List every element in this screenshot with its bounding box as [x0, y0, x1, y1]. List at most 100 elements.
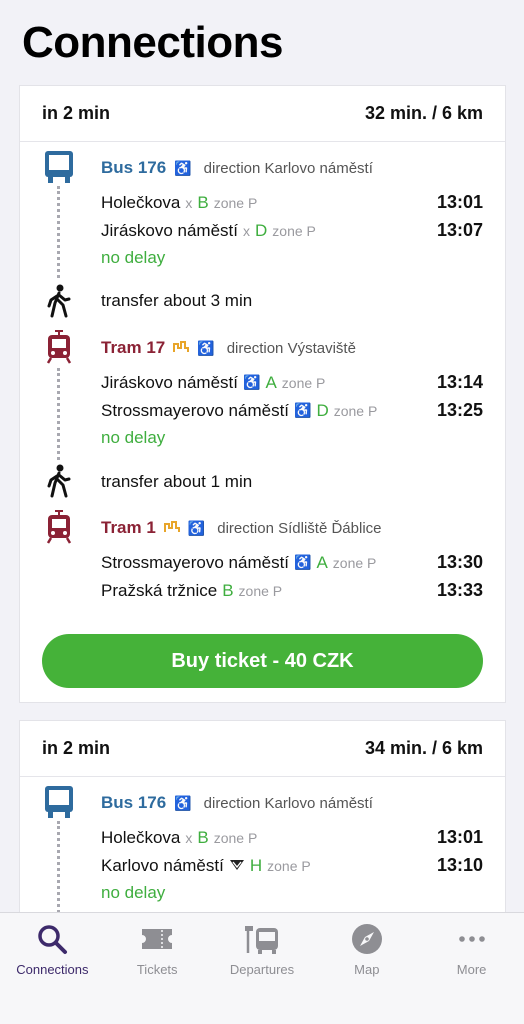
connection-header: in 2 min 34 min. / 6 km — [20, 721, 505, 777]
walking-person-icon — [44, 284, 74, 318]
delay-status: no delay — [101, 248, 166, 267]
separator: x — [185, 194, 193, 211]
stop-row[interactable]: Jiráskovo náměstí x D zone P 13:07 — [101, 220, 483, 241]
ticket-icon — [142, 929, 173, 949]
stop-name: Holečkova — [101, 827, 181, 847]
wheelchair-icon: ♿ — [187, 519, 206, 536]
line-header[interactable]: Bus 176 ♿ direction Karlovo náměstí — [101, 158, 373, 178]
platform: B — [197, 827, 209, 847]
line-name: Tram 1 — [101, 518, 156, 537]
stop-name: Jiráskovo náměstí — [101, 372, 238, 392]
stop-time: 13:14 — [436, 372, 483, 392]
separator: x — [243, 222, 250, 239]
stop-name: Karlovo náměstí — [101, 855, 224, 875]
tab-label: More — [456, 962, 487, 977]
route-line — [57, 186, 60, 278]
platform: H — [249, 855, 263, 875]
stop-name: Jiráskovo náměstí — [101, 220, 238, 240]
zone: zone P — [213, 829, 258, 846]
direction: direction Karlovo náměstí — [203, 794, 373, 812]
direction: direction Výstaviště — [226, 339, 356, 357]
page-title: Connections — [22, 18, 283, 67]
transfer-info: transfer about 1 min — [101, 472, 253, 491]
wheelchair-icon: ♿ — [243, 374, 261, 390]
tab-label: Tickets — [136, 962, 178, 977]
zone: zone P — [333, 402, 378, 419]
platform: D — [255, 220, 268, 240]
separator: x — [185, 829, 193, 846]
zone: zone P — [272, 222, 316, 239]
stop-name: Strossmayerovo náměstí — [101, 552, 290, 572]
wheelchair-icon: ♿ — [174, 794, 192, 811]
delay-status: no delay — [101, 428, 166, 447]
stop-row[interactable]: Pražská tržnice B zone P 13:33 — [101, 580, 483, 601]
line-header[interactable]: Bus 176 ♿ direction Karlovo náměstí — [101, 793, 373, 813]
stop-time: 13:33 — [436, 580, 483, 600]
line-name: Tram 17 — [101, 338, 166, 357]
compass-icon — [351, 924, 382, 954]
direction: direction Sídliště Ďáblice — [217, 519, 382, 537]
tab-bar: Connections Tickets Departures Map More — [0, 912, 524, 1024]
line-name: Bus 176 — [101, 793, 167, 812]
tab-tickets[interactable]: Tickets — [105, 913, 210, 1024]
platform: B — [222, 580, 234, 600]
duration-distance: 34 min. / 6 km — [364, 738, 483, 758]
stop-time: 13:10 — [436, 855, 483, 875]
stop-row[interactable]: Strossmayerovo náměstí ♿ D zone P 13:25 — [101, 400, 483, 421]
zone: zone P — [332, 554, 377, 571]
tab-connections[interactable]: Connections — [0, 913, 105, 1024]
bus-icon — [42, 785, 76, 819]
tab-label: Connections — [16, 962, 89, 977]
search-icon — [38, 925, 68, 954]
connection-header: in 2 min 32 min. / 6 km — [20, 86, 505, 142]
night-tram-icon — [163, 518, 180, 538]
stop-time: 13:01 — [436, 827, 483, 847]
stop-name: Holečkova — [101, 192, 181, 212]
stop-name: Strossmayerovo náměstí — [101, 400, 290, 420]
route-line — [57, 821, 60, 913]
stop-name: Pražská tržnice — [101, 580, 218, 600]
stop-time: 13:01 — [436, 192, 483, 212]
more-icon — [458, 936, 485, 942]
tab-map[interactable]: Map — [314, 913, 419, 1024]
stop-row[interactable]: Jiráskovo náměstí ♿ A zone P 13:14 — [101, 372, 483, 393]
departure-time: in 2 min — [42, 738, 111, 758]
route-line — [57, 368, 60, 460]
stop-time: 13:30 — [436, 552, 483, 572]
stop-row[interactable]: Strossmayerovo náměstí ♿ A zone P 13:30 — [101, 552, 483, 573]
departures-icon — [244, 926, 278, 954]
zone: zone P — [281, 374, 326, 391]
tab-more[interactable]: More — [419, 913, 524, 1024]
bus-icon — [42, 150, 76, 184]
direction: direction Karlovo náměstí — [203, 159, 373, 177]
connection-card[interactable]: in 2 min 32 min. / 6 km Bus 176 ♿ direct… — [20, 86, 505, 702]
tab-label: Departures — [229, 962, 295, 977]
duration-distance: 32 min. / 6 km — [364, 103, 483, 123]
wheelchair-icon: ♿ — [197, 339, 215, 356]
tram-icon — [42, 510, 76, 544]
buy-ticket-button[interactable]: Buy ticket - 40 CZK — [42, 634, 483, 688]
zone: zone P — [267, 857, 311, 874]
stop-time: 13:25 — [436, 400, 483, 420]
stop-row[interactable]: Holečkova x B zone P 13:01 — [101, 192, 483, 213]
walking-person-icon — [44, 464, 74, 498]
delay-status: no delay — [101, 883, 166, 902]
stop-row[interactable]: Karlovo náměstí H zone P 13:10 — [101, 855, 483, 876]
platform: A — [265, 372, 277, 392]
platform: D — [316, 400, 329, 420]
night-tram-icon — [173, 338, 190, 358]
tram-icon — [42, 330, 76, 364]
line-header[interactable]: Tram 1 ♿ direction Sídliště Ďáblice — [101, 518, 382, 538]
stop-row[interactable]: Holečkova x B zone P 13:01 — [101, 827, 483, 848]
platform: B — [197, 192, 209, 212]
tab-departures[interactable]: Departures — [210, 913, 315, 1024]
tab-label: Map — [354, 962, 380, 977]
platform: A — [316, 552, 328, 572]
wheelchair-icon: ♿ — [294, 402, 312, 418]
line-header[interactable]: Tram 17 ♿ direction Výstaviště — [101, 338, 356, 358]
zone: zone P — [238, 582, 283, 599]
stop-time: 13:07 — [436, 220, 483, 240]
transfer-info: transfer about 3 min — [101, 291, 253, 310]
wheelchair-icon: ♿ — [174, 159, 192, 176]
metro-icon — [229, 856, 245, 876]
